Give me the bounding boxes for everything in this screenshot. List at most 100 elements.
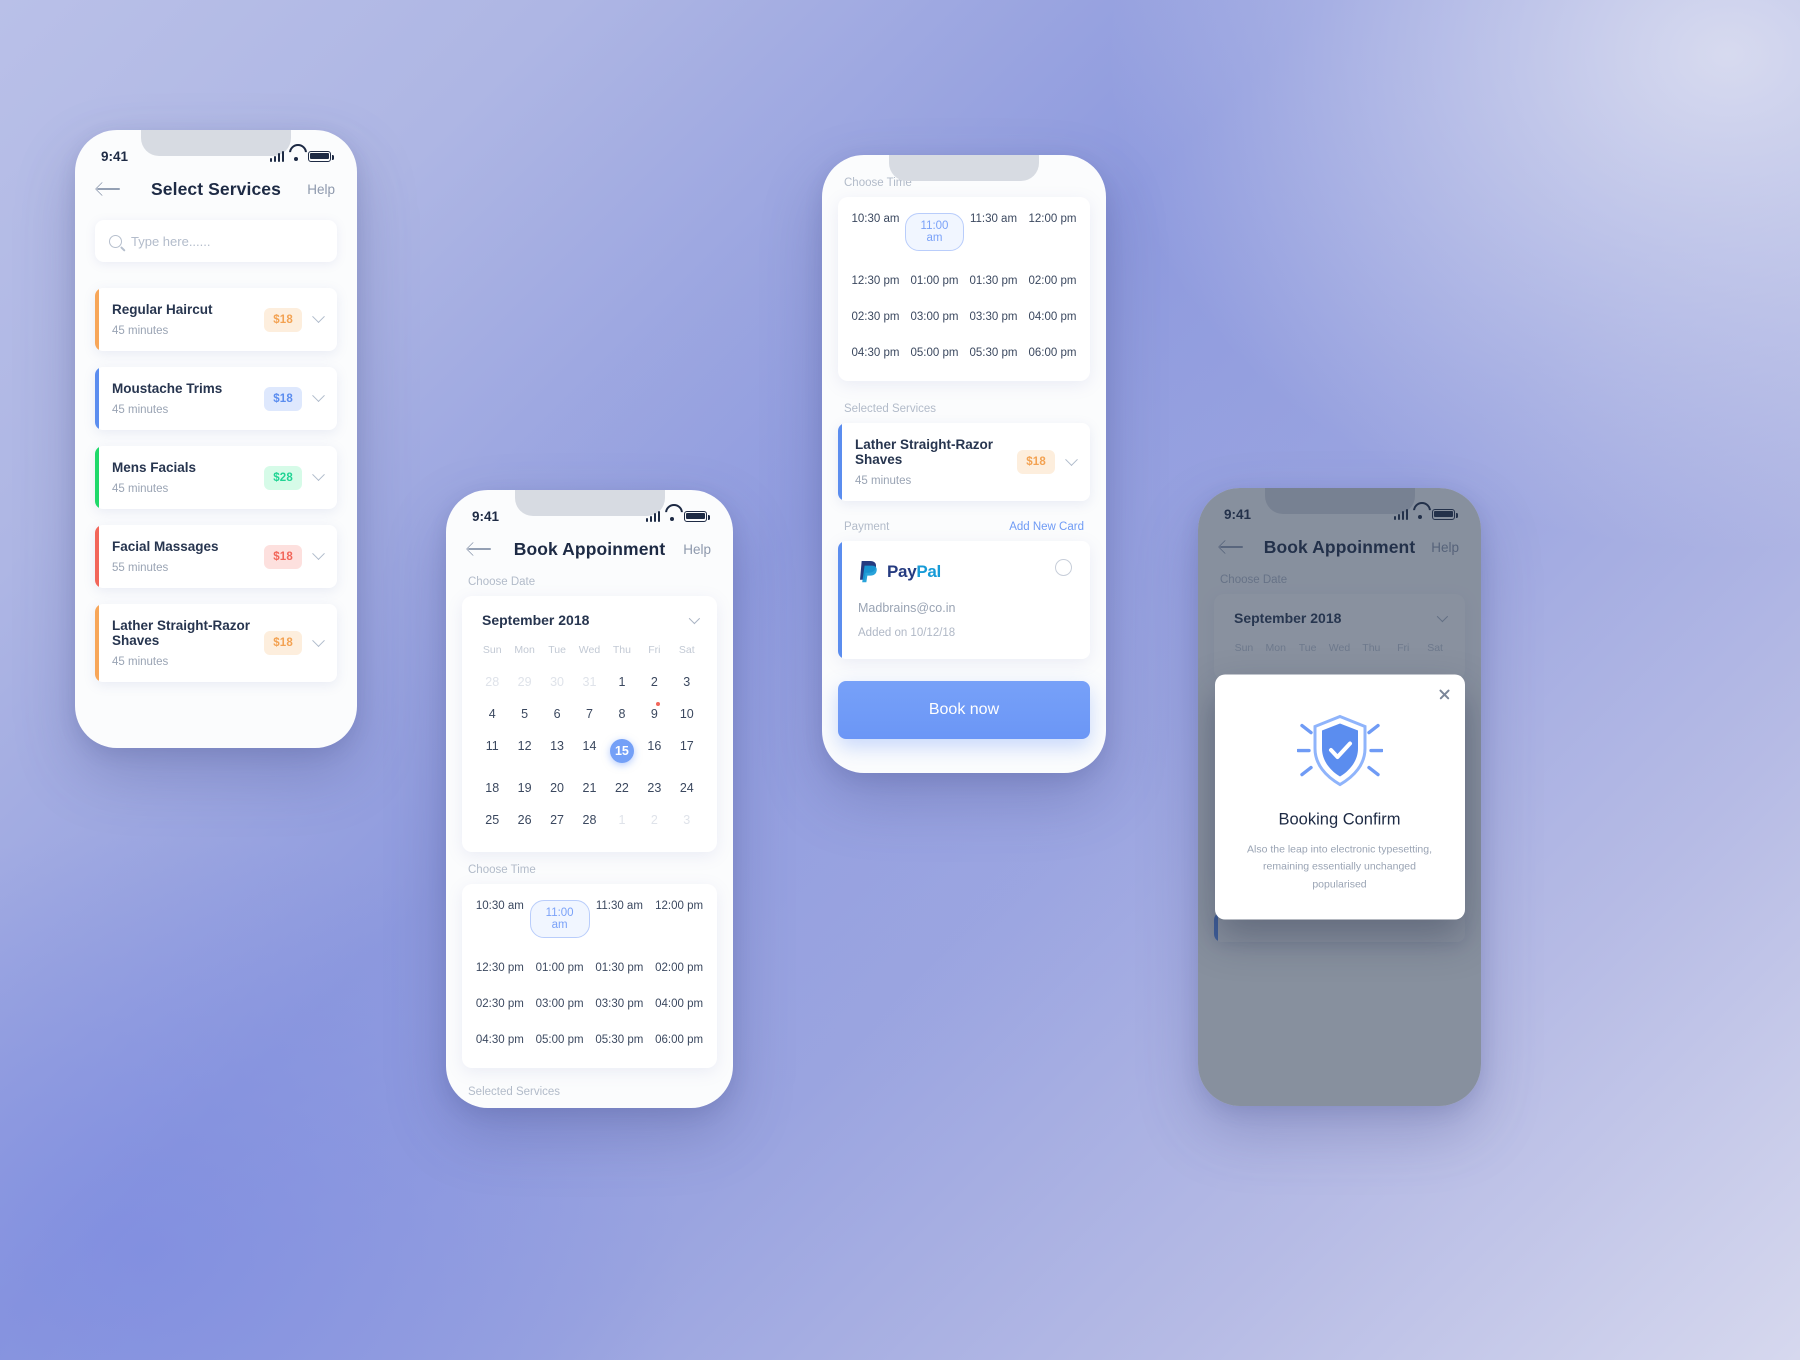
time-slot[interactable]: 02:00 pm (1023, 263, 1082, 299)
help-link[interactable]: Help (683, 542, 711, 557)
time-slot[interactable]: 05:00 pm (530, 1022, 590, 1058)
calendar-day[interactable]: 1 (606, 804, 638, 836)
calendar-day[interactable]: 11 (476, 730, 508, 772)
time-slot[interactable]: 03:30 pm (964, 299, 1023, 335)
selected-service-card[interactable]: Lather Straight-Razor Shaves 45 minutes … (838, 423, 1090, 501)
time-slot[interactable]: 12:30 pm (470, 950, 530, 986)
calendar-day-number: 21 (582, 781, 597, 795)
paypal-mark-icon (860, 561, 877, 583)
time-slot[interactable]: 04:30 pm (470, 1022, 530, 1058)
calendar-day[interactable]: 6 (541, 698, 573, 730)
time-slot[interactable]: 03:00 pm (905, 299, 964, 335)
calendar-day-number: 12 (517, 739, 532, 753)
time-slot[interactable]: 11:30 am (590, 888, 650, 950)
time-slot[interactable]: 05:00 pm (905, 335, 964, 371)
calendar-day[interactable]: 1 (606, 666, 638, 698)
service-card[interactable]: Facial Massages 55 minutes $18 (95, 525, 337, 588)
calendar-day[interactable]: 10 (671, 698, 703, 730)
time-slot[interactable]: 03:30 pm (590, 986, 650, 1022)
calendar-day[interactable]: 19 (508, 772, 540, 804)
service-card[interactable]: Mens Facials 45 minutes $28 (95, 446, 337, 509)
event-dot-icon (655, 702, 660, 706)
time-slot[interactable]: 04:30 pm (846, 335, 905, 371)
calendar-day[interactable]: 2 (638, 666, 670, 698)
time-slot[interactable]: 10:30 am (846, 201, 905, 263)
time-slot[interactable]: 01:30 pm (964, 263, 1023, 299)
time-slot[interactable]: 01:30 pm (590, 950, 650, 986)
calendar-header[interactable]: September 2018 (476, 610, 703, 640)
calendar-day[interactable]: 15 (606, 730, 638, 772)
time-slot[interactable]: 12:30 pm (846, 263, 905, 299)
time-slot[interactable]: 01:00 pm (530, 950, 590, 986)
calendar-day[interactable]: 28 (476, 666, 508, 698)
payment-radio-button[interactable] (1055, 559, 1072, 576)
calendar-day[interactable]: 5 (508, 698, 540, 730)
time-slot[interactable]: 02:30 pm (846, 299, 905, 335)
time-slot[interactable]: 11:00 am (905, 201, 964, 263)
time-slot[interactable]: 12:00 pm (649, 888, 709, 950)
calendar-day[interactable]: 30 (541, 666, 573, 698)
calendar-day[interactable]: 27 (541, 804, 573, 836)
calendar-day[interactable]: 20 (541, 772, 573, 804)
calendar-day[interactable]: 18 (476, 772, 508, 804)
time-slot[interactable]: 12:00 pm (1023, 201, 1082, 263)
search-input[interactable]: Type here...... (95, 220, 337, 262)
calendar-day[interactable]: 28 (573, 804, 605, 836)
time-slot[interactable]: 02:30 pm (470, 986, 530, 1022)
time-slot-card: 10:30 am 11:00 am 11:30 am 12:00 pm 12:30 pm… (462, 884, 717, 1068)
time-slot[interactable]: 04:00 pm (649, 986, 709, 1022)
time-slot[interactable]: 05:30 pm (964, 335, 1023, 371)
calendar-day[interactable]: 2 (638, 804, 670, 836)
calendar-day[interactable]: 24 (671, 772, 703, 804)
time-slot[interactable]: 03:00 pm (530, 986, 590, 1022)
selected-service-wrap: Lather Straight-Razor Shaves 45 minutes … (822, 423, 1106, 501)
time-slot[interactable]: 11:30 am (964, 201, 1023, 263)
calendar-day[interactable]: 26 (508, 804, 540, 836)
book-now-button[interactable]: Book now (838, 681, 1090, 739)
time-slot[interactable]: 04:00 pm (1023, 299, 1082, 335)
calendar-day[interactable]: 13 (541, 730, 573, 772)
help-link[interactable]: Help (307, 182, 335, 197)
search-placeholder: Type here...... (131, 233, 211, 249)
add-new-card-link[interactable]: Add New Card (1009, 521, 1084, 533)
chevron-down-icon[interactable] (312, 547, 325, 561)
chevron-down-icon[interactable] (312, 468, 325, 482)
calendar-day[interactable]: 14 (573, 730, 605, 772)
calendar-day[interactable]: 8 (606, 698, 638, 730)
calendar-day[interactable]: 21 (573, 772, 605, 804)
calendar-weekday-label: Mon (514, 644, 535, 656)
time-slot[interactable]: 05:30 pm (590, 1022, 650, 1058)
calendar-day[interactable]: 9 (638, 698, 670, 730)
time-slot[interactable]: 06:00 pm (1023, 335, 1082, 371)
chevron-down-icon[interactable] (312, 633, 325, 647)
time-slot[interactable]: 02:00 pm (649, 950, 709, 986)
paypal-payment-card[interactable]: PayPal Madbrains@co.in Added on 10/12/18 (838, 541, 1090, 659)
time-slot-label: 03:30 pm (969, 311, 1018, 323)
calendar-day[interactable]: 29 (508, 666, 540, 698)
service-card[interactable]: Regular Haircut 45 minutes $18 (95, 288, 337, 351)
chevron-down-icon[interactable] (688, 612, 701, 625)
calendar-day[interactable]: 25 (476, 804, 508, 836)
calendar-day[interactable]: 4 (476, 698, 508, 730)
service-card[interactable]: Moustache Trims 45 minutes $18 (95, 367, 337, 430)
calendar-day[interactable]: 16 (638, 730, 670, 772)
chevron-down-icon[interactable] (1065, 452, 1078, 466)
time-slot[interactable]: 11:00 am (529, 888, 590, 950)
calendar-day[interactable]: 3 (671, 666, 703, 698)
calendar-day-number: 3 (683, 675, 691, 689)
calendar-day[interactable]: 22 (606, 772, 638, 804)
calendar-day[interactable]: 17 (671, 730, 703, 772)
service-card[interactable]: Lather Straight-Razor Shaves 45 minutes $1… (95, 604, 337, 682)
calendar-day[interactable]: 31 (573, 666, 605, 698)
chevron-down-icon[interactable] (312, 310, 325, 324)
time-slot[interactable]: 01:00 pm (905, 263, 964, 299)
calendar-weekday-label: Fri (648, 644, 661, 656)
calendar-day[interactable]: 7 (573, 698, 605, 730)
close-icon[interactable] (1438, 688, 1451, 701)
calendar-day[interactable]: 12 (508, 730, 540, 772)
time-slot[interactable]: 10:30 am (470, 888, 530, 950)
chevron-down-icon[interactable] (312, 389, 325, 403)
calendar-day[interactable]: 3 (671, 804, 703, 836)
calendar-day[interactable]: 23 (638, 772, 670, 804)
time-slot[interactable]: 06:00 pm (649, 1022, 709, 1058)
